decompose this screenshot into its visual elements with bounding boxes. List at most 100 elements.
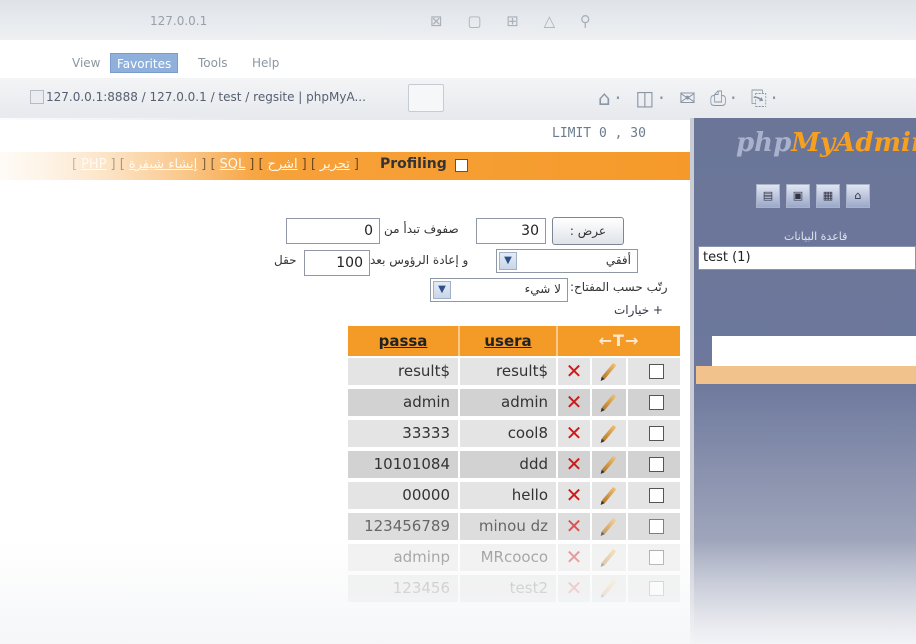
display-mode-select[interactable]: أفقي ▼ — [496, 249, 638, 273]
column-header-passa[interactable]: passa — [348, 326, 458, 356]
row-checkbox[interactable] — [628, 513, 680, 540]
cell-passa: 33333 — [348, 420, 458, 447]
close-icon[interactable]: ✕ — [558, 420, 590, 447]
cell-usera: test2 — [460, 575, 556, 602]
cell-usera: admin — [460, 389, 556, 416]
home-icon[interactable]: ⌂ — [846, 184, 870, 208]
cell-passa: admin — [348, 389, 458, 416]
sidebar-highlight-strip — [696, 366, 916, 384]
row-checkbox[interactable] — [628, 482, 680, 509]
row-checkbox[interactable] — [628, 575, 680, 602]
pma-sidebar: phpMyAdmin ▤ ▣ ▦ ⌂ قاعدة البيانات test (… — [694, 118, 916, 644]
table-row: adminp MRcooco ✕ — [348, 542, 680, 573]
table-header: passa usera ←T→ — [348, 326, 680, 356]
cell-passa: result$ — [348, 358, 458, 385]
menu-view[interactable]: View — [66, 53, 106, 73]
sort-key-value: لا شيء — [524, 282, 561, 296]
repeat-headers-input[interactable]: 100 — [304, 250, 370, 276]
phpmyadmin-logo[interactable]: phpMyAdmin — [736, 128, 916, 158]
sidebar-table-list — [712, 336, 916, 366]
cell-passa: 123456789 — [348, 513, 458, 540]
pencil-icon[interactable] — [592, 358, 626, 385]
rows-count-input[interactable]: 30 — [476, 218, 546, 244]
sql-docs-icon[interactable]: ▦ — [816, 184, 840, 208]
query-links: [PHP] [إنشاء شيفرة] [SQL] [اشرح] [تحرير] — [72, 157, 359, 172]
sql-link[interactable]: SQL — [220, 157, 246, 172]
pencil-icon[interactable] — [592, 513, 626, 540]
menu-tools[interactable]: Tools — [192, 53, 234, 73]
pencil-icon[interactable] — [592, 451, 626, 478]
edit-link[interactable]: تحرير — [320, 157, 350, 172]
query-window-icon[interactable]: ▤ — [756, 184, 780, 208]
cell-usera: result$ — [460, 358, 556, 385]
close-icon[interactable]: ✕ — [558, 513, 590, 540]
options-link[interactable]: + خيارات — [614, 303, 663, 317]
create-code-link[interactable]: إنشاء شيفرة — [129, 157, 197, 172]
table-row: 123456 test2 ✕ — [348, 573, 680, 604]
window-title: 127.0.0.1 — [150, 14, 208, 28]
pencil-icon[interactable] — [592, 420, 626, 447]
cell-passa: 123456 — [348, 575, 458, 602]
row-checkbox[interactable] — [628, 544, 680, 571]
tab-active[interactable]: 127.0.0.1:8888 / 127.0.0.1 / test / regs… — [46, 86, 366, 108]
row-checkbox[interactable] — [628, 451, 680, 478]
cell-passa: 10101084 — [348, 451, 458, 478]
menu-favorites[interactable]: Favorites — [110, 53, 179, 73]
close-icon[interactable]: ✕ — [558, 482, 590, 509]
pencil-icon[interactable] — [592, 482, 626, 509]
database-label: قاعدة البيانات — [784, 230, 848, 243]
close-icon[interactable]: ✕ — [558, 389, 590, 416]
close-icon[interactable]: ✕ — [558, 544, 590, 571]
window-titlebar: 127.0.0.1 ⊠ ▢ ⊞ △ ⚲ — [0, 0, 916, 40]
query-toolbar: [PHP] [إنشاء شيفرة] [SQL] [اشرح] [تحرير]… — [0, 152, 692, 180]
close-icon[interactable]: ✕ — [558, 575, 590, 602]
new-tab-button[interactable] — [408, 84, 444, 112]
cells-label: حقل — [274, 253, 297, 267]
chevron-down-icon: ▼ — [499, 252, 517, 270]
row-checkbox[interactable] — [628, 420, 680, 447]
database-select[interactable]: test (1) — [698, 246, 916, 270]
menubar: View Favorites Tools Help — [0, 50, 916, 76]
docs-icon[interactable]: ▣ — [786, 184, 810, 208]
chevron-down-icon: ▼ — [433, 281, 451, 299]
logo-php: php — [736, 128, 792, 158]
close-icon[interactable]: ✕ — [558, 451, 590, 478]
cell-usera: MRcooco — [460, 544, 556, 571]
browser-toolbar-icons[interactable]: ⌂· ◫· ✉ ⎙· ⎘· — [598, 86, 781, 110]
cell-passa: adminp — [348, 544, 458, 571]
table-row: 33333 cool8 ✕ — [348, 418, 680, 449]
cell-usera: cool8 — [460, 420, 556, 447]
sort-key-select[interactable]: لا شيء ▼ — [430, 278, 568, 302]
row-checkbox[interactable] — [628, 358, 680, 385]
sql-limit-text: LIMIT 0 , 30 — [552, 126, 646, 141]
table-row: admin admin ✕ — [348, 387, 680, 418]
menu-help[interactable]: Help — [246, 53, 285, 73]
column-arrows-icon[interactable]: ←T→ — [558, 326, 680, 356]
column-header-usera[interactable]: usera — [460, 326, 556, 356]
edge-fade-left — [0, 118, 250, 644]
table-row: 10101084 ddd ✕ — [348, 449, 680, 480]
page-icon — [30, 90, 44, 104]
titlebar-icons: ⊠ ▢ ⊞ △ ⚲ — [430, 12, 601, 30]
pencil-icon[interactable] — [592, 389, 626, 416]
pencil-icon[interactable] — [592, 575, 626, 602]
table-row: 123456789 minou dz ✕ — [348, 511, 680, 542]
cell-usera: ddd — [460, 451, 556, 478]
start-row-input[interactable]: 0 — [286, 218, 380, 244]
row-checkbox[interactable] — [628, 389, 680, 416]
table-row: result$ result$ ✕ — [348, 356, 680, 387]
sort-by-key-label: رتّب حسب المفتاح: — [570, 280, 668, 294]
cell-usera: hello — [460, 482, 556, 509]
close-icon[interactable]: ✕ — [558, 358, 590, 385]
explain-link[interactable]: اشرح — [268, 157, 298, 172]
display-mode-value: أفقي — [605, 253, 631, 267]
profiling-checkbox[interactable] — [455, 159, 468, 172]
repeat-headers-label: و إعادة الرؤوس بعد — [370, 253, 469, 267]
profiling-label: Profiling — [380, 156, 447, 172]
php-link[interactable]: PHP — [81, 157, 106, 172]
tab-bar: 127.0.0.1:8888 / 127.0.0.1 / test / regs… — [0, 78, 916, 120]
table-row: 00000 hello ✕ — [348, 480, 680, 511]
pencil-icon[interactable] — [592, 544, 626, 571]
show-button[interactable]: عرض : — [552, 217, 624, 245]
results-table: passa usera ←T→ result$ result$ ✕ admin … — [348, 326, 680, 604]
